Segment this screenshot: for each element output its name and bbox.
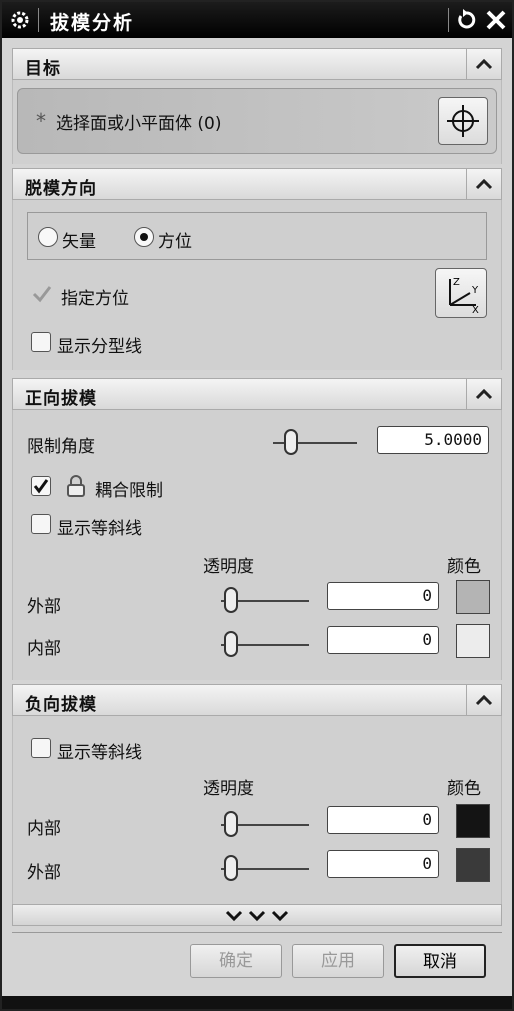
color-header: 颜色 — [447, 779, 481, 799]
coupled-limit-checkbox[interactable] — [31, 476, 51, 496]
section-negative-draft-title: 负向拔模 — [25, 695, 97, 715]
outside-transparency-input[interactable]: 0 — [327, 582, 439, 610]
title-separator — [448, 8, 449, 32]
limit-angle-label: 限制角度 — [27, 437, 95, 457]
select-face-row[interactable]: * 选择面或小平面体 (0) — [17, 88, 497, 154]
cancel-button[interactable]: 取消 — [394, 944, 486, 978]
coupled-limit-label: 耦合限制 — [95, 481, 163, 501]
outside-label: 外部 — [27, 597, 61, 617]
close-icon[interactable] — [484, 7, 508, 33]
footer-divider — [12, 932, 502, 933]
direction-mode-group: 矢量 方位 — [27, 212, 487, 260]
section-positive-draft-title: 正向拔模 — [25, 389, 97, 409]
required-marker: * — [36, 109, 46, 133]
section-target-body: * 选择面或小平面体 (0) — [12, 80, 502, 164]
inside-color-swatch[interactable] — [456, 624, 490, 658]
csys-orientation-button[interactable]: Z Y X — [435, 268, 487, 318]
title-separator — [38, 8, 39, 32]
outside-transparency-input[interactable]: 0 — [327, 850, 439, 878]
radio-orientation-label: 方位 — [158, 232, 192, 252]
outside-color-swatch[interactable] — [456, 848, 490, 882]
inside-color-swatch[interactable] — [456, 804, 490, 838]
ok-button[interactable]: 确定 — [190, 944, 282, 978]
inside-label: 内部 — [27, 639, 61, 659]
inside-label: 内部 — [27, 819, 61, 839]
inside-transparency-input[interactable]: 0 — [327, 806, 439, 834]
section-draw-direction-header[interactable]: 脱模方向 — [12, 168, 502, 200]
section-negative-draft-header[interactable]: 负向拔模 — [12, 684, 502, 716]
more-options-bar[interactable] — [12, 904, 502, 926]
limit-angle-input[interactable]: 5.0000 — [377, 426, 489, 454]
crosshair-icon — [447, 105, 479, 137]
checkmark-icon — [32, 286, 52, 303]
negative-show-isocline-label: 显示等斜线 — [57, 743, 142, 763]
inside-transparency-input[interactable]: 0 — [327, 626, 439, 654]
show-parting-line-label: 显示分型线 — [57, 337, 142, 357]
svg-text:X: X — [472, 305, 479, 316]
chevron-up-icon[interactable] — [466, 49, 501, 79]
outside-color-swatch[interactable] — [456, 580, 490, 614]
radio-orientation[interactable] — [134, 227, 154, 247]
radio-vector[interactable] — [38, 227, 58, 247]
section-negative-draft-body: 显示等斜线 透明度 颜色 内部 0 外部 0 — [12, 716, 502, 904]
radio-vector-label: 矢量 — [62, 232, 96, 252]
chevron-up-icon[interactable] — [466, 379, 501, 409]
window-bottom-edge — [2, 996, 512, 1009]
chevron-up-icon[interactable] — [466, 685, 501, 715]
negative-show-isocline-checkbox[interactable] — [31, 738, 51, 758]
section-target-title: 目标 — [25, 59, 61, 79]
inside-transparency-slider[interactable] — [219, 808, 311, 838]
svg-text:Y: Y — [471, 285, 479, 296]
select-target-button[interactable] — [438, 97, 488, 145]
section-draw-direction-body: 矢量 方位 指定方位 Z Y X 显示分型线 — [12, 200, 502, 370]
title-bar[interactable]: 拔模分析 — [2, 2, 512, 38]
lock-icon — [67, 475, 85, 497]
chevron-up-icon[interactable] — [466, 169, 501, 199]
gear-icon[interactable] — [10, 10, 30, 30]
transparency-header: 透明度 — [203, 557, 254, 577]
section-draw-direction-title: 脱模方向 — [25, 179, 97, 199]
expand-more-icon — [225, 910, 289, 922]
checkmark-icon — [33, 479, 49, 494]
select-face-label: 选择面或小平面体 (0) — [56, 114, 222, 134]
csys-axes-icon: Z Y X — [449, 277, 479, 316]
window-title: 拔模分析 — [50, 12, 135, 34]
reset-icon[interactable] — [454, 7, 478, 33]
apply-button[interactable]: 应用 — [292, 944, 384, 978]
svg-text:Z: Z — [453, 277, 460, 288]
draft-analysis-dialog: 拔模分析 目标 * 选择面或小平面体 (0) 脱模方向 矢量 方位 指定方位 Z… — [0, 0, 514, 1011]
specify-orientation-label: 指定方位 — [61, 289, 129, 309]
section-positive-draft-header[interactable]: 正向拔模 — [12, 378, 502, 410]
color-header: 颜色 — [447, 557, 481, 577]
section-target-header[interactable]: 目标 — [12, 48, 502, 80]
section-positive-draft-body: 限制角度 5.0000 耦合限制 显示等斜线 透明度 颜色 外部 0 内部 0 — [12, 410, 502, 680]
positive-show-isocline-label: 显示等斜线 — [57, 519, 142, 539]
limit-angle-slider[interactable] — [271, 426, 359, 456]
inside-transparency-slider[interactable] — [219, 628, 311, 658]
outside-transparency-slider[interactable] — [219, 852, 311, 882]
outside-transparency-slider[interactable] — [219, 584, 311, 614]
transparency-header: 透明度 — [203, 779, 254, 799]
radio-selected-dot — [140, 233, 148, 241]
outside-label: 外部 — [27, 863, 61, 883]
show-parting-line-checkbox[interactable] — [31, 332, 51, 352]
positive-show-isocline-checkbox[interactable] — [31, 514, 51, 534]
